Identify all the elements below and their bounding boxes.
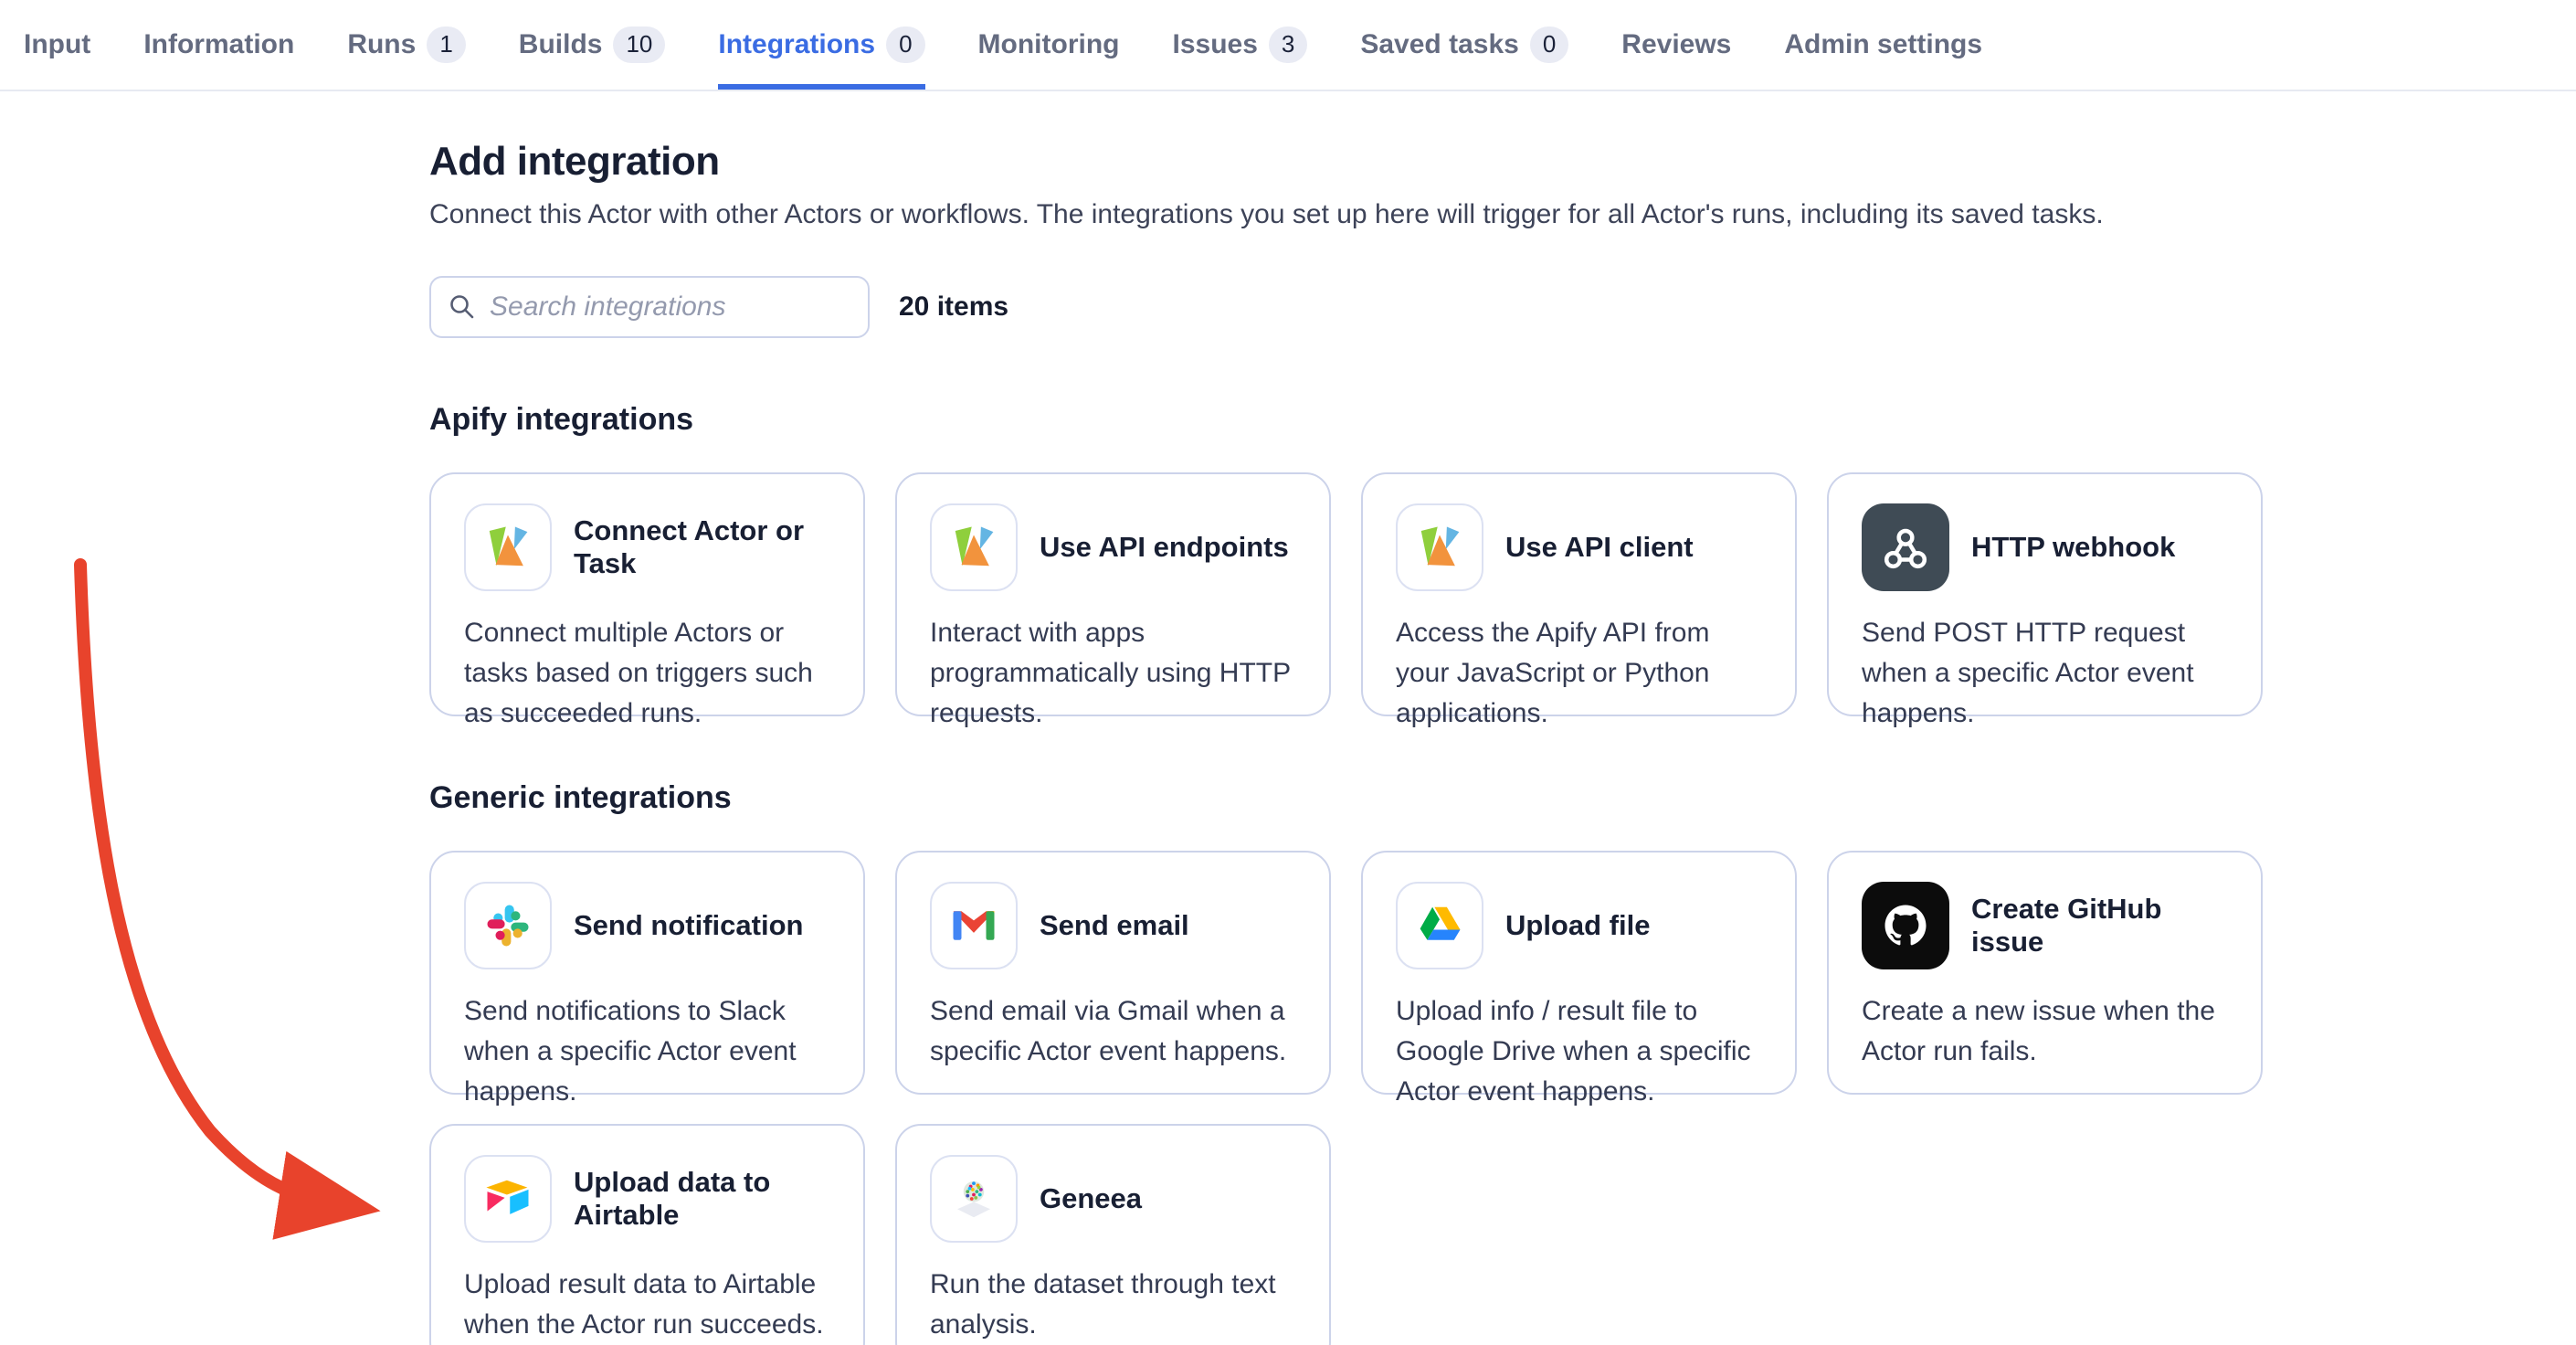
search-icon (448, 292, 477, 322)
integration-sections: Apify integrations Connect Actor or Task… (429, 402, 2284, 1345)
integration-card-connect-actor-or-task[interactable]: Connect Actor or Task Connect multiple A… (429, 472, 865, 716)
integration-card-geneea[interactable]: Geneea Run the dataset through text anal… (895, 1124, 1331, 1345)
integrations-page: Add integration Connect this Actor with … (429, 139, 2284, 1345)
card-head: Connect Actor or Task (464, 503, 830, 591)
card-description: Send email via Gmail when a specific Act… (930, 991, 1296, 1072)
gmail-icon (930, 882, 1018, 969)
tab-count-badge: 1 (427, 26, 465, 62)
card-description: Run the dataset through text analysis. (930, 1265, 1296, 1345)
tab-builds[interactable]: Builds 10 (519, 0, 666, 90)
tab-label: Integrations (718, 29, 875, 60)
integration-card-send-email[interactable]: Send email Send email via Gmail when a s… (895, 851, 1331, 1095)
github-icon (1862, 882, 1949, 969)
card-title: Upload data to Airtable (574, 1166, 830, 1232)
apify-icon (930, 503, 1018, 591)
integration-card-create-github-issue[interactable]: Create GitHub issue Create a new issue w… (1827, 851, 2263, 1095)
apify-icon (1396, 503, 1483, 591)
card-title: Geneea (1040, 1182, 1142, 1215)
tab-label: Input (24, 29, 90, 60)
search-box[interactable] (429, 276, 870, 338)
section-title: Apify integrations (429, 402, 2284, 438)
card-title: Send email (1040, 909, 1189, 942)
tab-admin-settings[interactable]: Admin settings (1784, 0, 1982, 90)
integration-card-upload-data-to-airtable[interactable]: Upload data to Airtable Upload result da… (429, 1124, 865, 1345)
tab-count-badge: 10 (613, 26, 665, 62)
airtable-icon (464, 1155, 552, 1243)
card-head: Upload data to Airtable (464, 1155, 830, 1243)
tab-label: Reviews (1621, 29, 1731, 60)
card-title: Send notification (574, 909, 803, 942)
search-input[interactable] (490, 291, 851, 323)
tab-integrations[interactable]: Integrations 0 (718, 0, 924, 90)
card-head: Use API client (1396, 503, 1762, 591)
tab-saved-tasks[interactable]: Saved tasks 0 (1360, 0, 1568, 90)
card-head: Upload file (1396, 882, 1762, 969)
tab-monitoring[interactable]: Monitoring (978, 0, 1120, 90)
apify-icon (464, 503, 552, 591)
tab-bar: Input Information Runs 1 Builds 10 Integration… (0, 0, 2576, 91)
card-description: Send notifications to Slack when a speci… (464, 991, 830, 1112)
tab-count-badge: 0 (1530, 26, 1568, 62)
card-description: Interact with apps programmatically usin… (930, 613, 1296, 734)
card-head: Geneea (930, 1155, 1296, 1243)
card-description: Upload result data to Airtable when the … (464, 1265, 830, 1345)
tab-reviews[interactable]: Reviews (1621, 0, 1731, 90)
geneea-icon (930, 1155, 1018, 1243)
card-head: Create GitHub issue (1862, 882, 2228, 969)
search-row: 20 items (429, 276, 2284, 338)
items-count: 20 items (899, 291, 1008, 323)
tab-count-badge: 0 (886, 26, 924, 62)
tab-label: Builds (519, 29, 603, 60)
section-apify-integrations: Apify integrations Connect Actor or Task… (429, 402, 2284, 716)
card-description: Send POST HTTP request when a specific A… (1862, 613, 2228, 734)
integration-card-use-api-endpoints[interactable]: Use API endpoints Interact with apps pro… (895, 472, 1331, 716)
card-grid: Send notification Send notifications to … (429, 851, 2284, 1345)
tab-label: Monitoring (978, 29, 1120, 60)
tab-label: Runs (347, 29, 416, 60)
page-description: Connect this Actor with other Actors or … (429, 199, 2284, 230)
tab-runs[interactable]: Runs 1 (347, 0, 465, 90)
card-description: Connect multiple Actors or tasks based o… (464, 613, 830, 734)
tab-information[interactable]: Information (143, 0, 294, 90)
card-head: HTTP webhook (1862, 503, 2228, 591)
integration-card-send-notification[interactable]: Send notification Send notifications to … (429, 851, 865, 1095)
card-title: HTTP webhook (1971, 531, 2175, 564)
integration-card-use-api-client[interactable]: Use API client Access the Apify API from… (1361, 472, 1797, 716)
tab-issues[interactable]: Issues 3 (1172, 0, 1307, 90)
gdrive-icon (1396, 882, 1483, 969)
card-title: Upload file (1505, 909, 1650, 942)
tab-label: Issues (1172, 29, 1257, 60)
card-head: Use API endpoints (930, 503, 1296, 591)
card-title: Connect Actor or Task (574, 514, 830, 580)
tab-count-badge: 3 (1269, 26, 1307, 62)
tab-label: Information (143, 29, 294, 60)
tab-label: Saved tasks (1360, 29, 1518, 60)
card-title: Use API client (1505, 531, 1694, 564)
tab-label: Admin settings (1784, 29, 1982, 60)
card-head: Send email (930, 882, 1296, 969)
section-generic-integrations: Generic integrations Send notification S… (429, 780, 2284, 1345)
card-description: Upload info / result file to Google Driv… (1396, 991, 1762, 1112)
page-title: Add integration (429, 139, 2284, 185)
integration-card-http-webhook[interactable]: HTTP webhook Send POST HTTP request when… (1827, 472, 2263, 716)
section-title: Generic integrations (429, 780, 2284, 816)
card-grid: Connect Actor or Task Connect multiple A… (429, 472, 2284, 716)
card-description: Create a new issue when the Actor run fa… (1862, 991, 2228, 1072)
integration-card-upload-file[interactable]: Upload file Upload info / result file to… (1361, 851, 1797, 1095)
tab-input[interactable]: Input (24, 0, 90, 90)
slack-icon (464, 882, 552, 969)
card-title: Create GitHub issue (1971, 893, 2228, 958)
card-description: Access the Apify API from your JavaScrip… (1396, 613, 1762, 734)
card-title: Use API endpoints (1040, 531, 1289, 564)
card-head: Send notification (464, 882, 830, 969)
webhook-icon (1862, 503, 1949, 591)
